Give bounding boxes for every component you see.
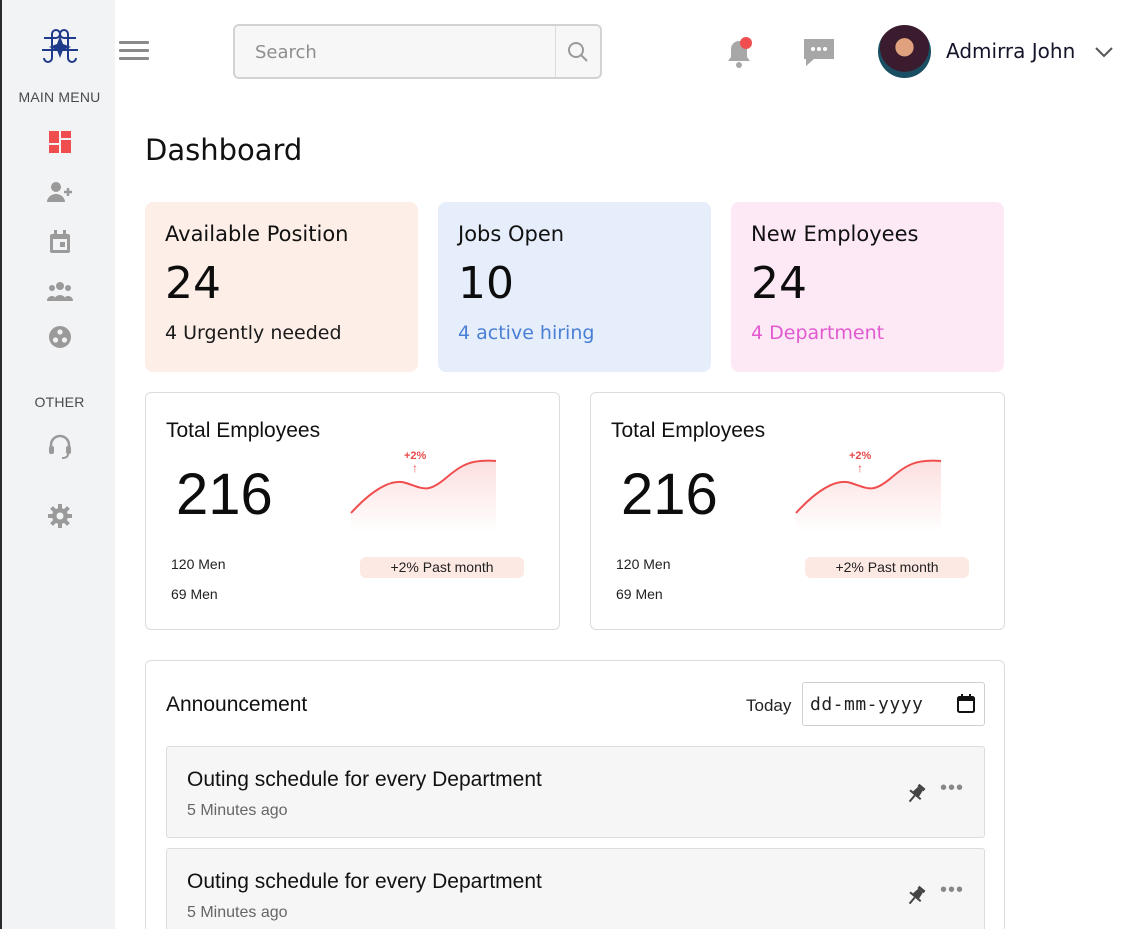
dashboard-icon — [49, 131, 71, 153]
stat-label: Jobs Open — [458, 222, 565, 246]
sidebar-item-add-user[interactable] — [47, 179, 73, 205]
announcement-item-time: 5 Minutes ago — [187, 904, 288, 921]
stat-value: 24 — [165, 258, 221, 309]
total-employees-card: Total Employees 216 120 Men 69 Men +2% ↑… — [590, 392, 1005, 630]
announcement-item[interactable]: Outing schedule for every Department 5 M… — [166, 746, 985, 838]
arrow-up-icon: ↑ — [412, 461, 418, 475]
past-month-badge: +2% Past month — [360, 557, 524, 578]
stat-subtext: 4 Department — [751, 322, 885, 344]
main-menu-heading: MAIN MENU — [18, 89, 101, 105]
men-count: 69 Men — [616, 586, 663, 602]
announcement-item-title: Outing schedule for every Department — [187, 870, 542, 893]
support-headset-icon — [49, 434, 71, 459]
stat-value: 10 — [458, 258, 514, 309]
sidebar-item-dashboard[interactable] — [47, 129, 73, 155]
men-count: 69 Men — [171, 586, 218, 602]
search-divider — [555, 26, 556, 77]
announcement-item-time: 5 Minutes ago — [187, 802, 288, 819]
sidebar-item-settings[interactable] — [47, 503, 73, 529]
chevron-down-icon[interactable] — [1093, 44, 1115, 60]
stat-card-new-employees: New Employees 24 4 Department — [731, 202, 1004, 372]
men-count: 120 Men — [616, 556, 671, 572]
today-label: Today — [746, 696, 792, 715]
more-options-icon[interactable]: ••• — [940, 879, 964, 902]
sidebar-item-departments[interactable] — [47, 324, 73, 350]
announcement-item-title: Outing schedule for every Department — [187, 768, 542, 791]
departments-icon — [49, 326, 71, 348]
stat-card-jobs-open: Jobs Open 10 4 active hiring — [438, 202, 711, 372]
total-employees-value: 216 — [176, 462, 273, 527]
total-employees-value: 216 — [621, 462, 718, 527]
past-month-badge: +2% Past month — [805, 557, 969, 578]
card-title: Total Employees — [611, 419, 766, 442]
messages-icon[interactable] — [802, 36, 836, 68]
sidebar: MAIN MENU OTHER — [0, 0, 115, 929]
search-icon[interactable] — [567, 41, 589, 63]
stat-subtext: 4 Urgently needed — [165, 322, 342, 344]
announcement-panel: Announcement Today dd-mm-yyyy Outing sch… — [145, 660, 1005, 929]
avatar[interactable] — [878, 25, 931, 78]
date-placeholder: dd-mm-yyyy — [810, 694, 924, 715]
pin-icon[interactable] — [905, 885, 927, 907]
stat-label: New Employees — [751, 222, 919, 246]
calendar-icon[interactable] — [956, 694, 976, 714]
announcement-title: Announcement — [166, 693, 308, 716]
announcement-item[interactable]: Outing schedule for every Department 5 M… — [166, 848, 985, 929]
card-title: Total Employees — [166, 419, 321, 442]
stat-label: Available Position — [165, 222, 349, 246]
pin-icon[interactable] — [905, 783, 927, 805]
sidebar-item-team[interactable] — [47, 278, 73, 304]
stat-card-available-position: Available Position 24 4 Urgently needed — [145, 202, 418, 372]
stat-value: 24 — [751, 258, 807, 309]
app-logo-icon[interactable] — [38, 24, 82, 66]
add-user-icon — [47, 182, 72, 202]
more-options-icon[interactable]: ••• — [940, 777, 964, 800]
stat-subtext: 4 active hiring — [458, 322, 595, 344]
arrow-up-icon: ↑ — [857, 461, 863, 475]
other-heading: OTHER — [34, 394, 85, 410]
team-icon — [47, 282, 73, 301]
search-bar — [233, 24, 602, 79]
total-employees-card: Total Employees 216 120 Men 69 Men +2% ↑… — [145, 392, 560, 630]
menu-toggle-icon[interactable] — [119, 41, 149, 63]
sidebar-item-calendar[interactable] — [47, 229, 73, 255]
men-count: 120 Men — [171, 556, 226, 572]
page-title: Dashboard — [145, 133, 303, 167]
user-name[interactable]: Admirra John — [946, 39, 1075, 63]
gear-icon — [48, 504, 72, 528]
calendar-icon — [50, 230, 70, 253]
search-input[interactable] — [247, 36, 547, 68]
notification-bell-icon[interactable] — [722, 34, 756, 70]
date-picker-input[interactable]: dd-mm-yyyy — [802, 682, 985, 726]
sidebar-item-support[interactable] — [47, 434, 73, 460]
